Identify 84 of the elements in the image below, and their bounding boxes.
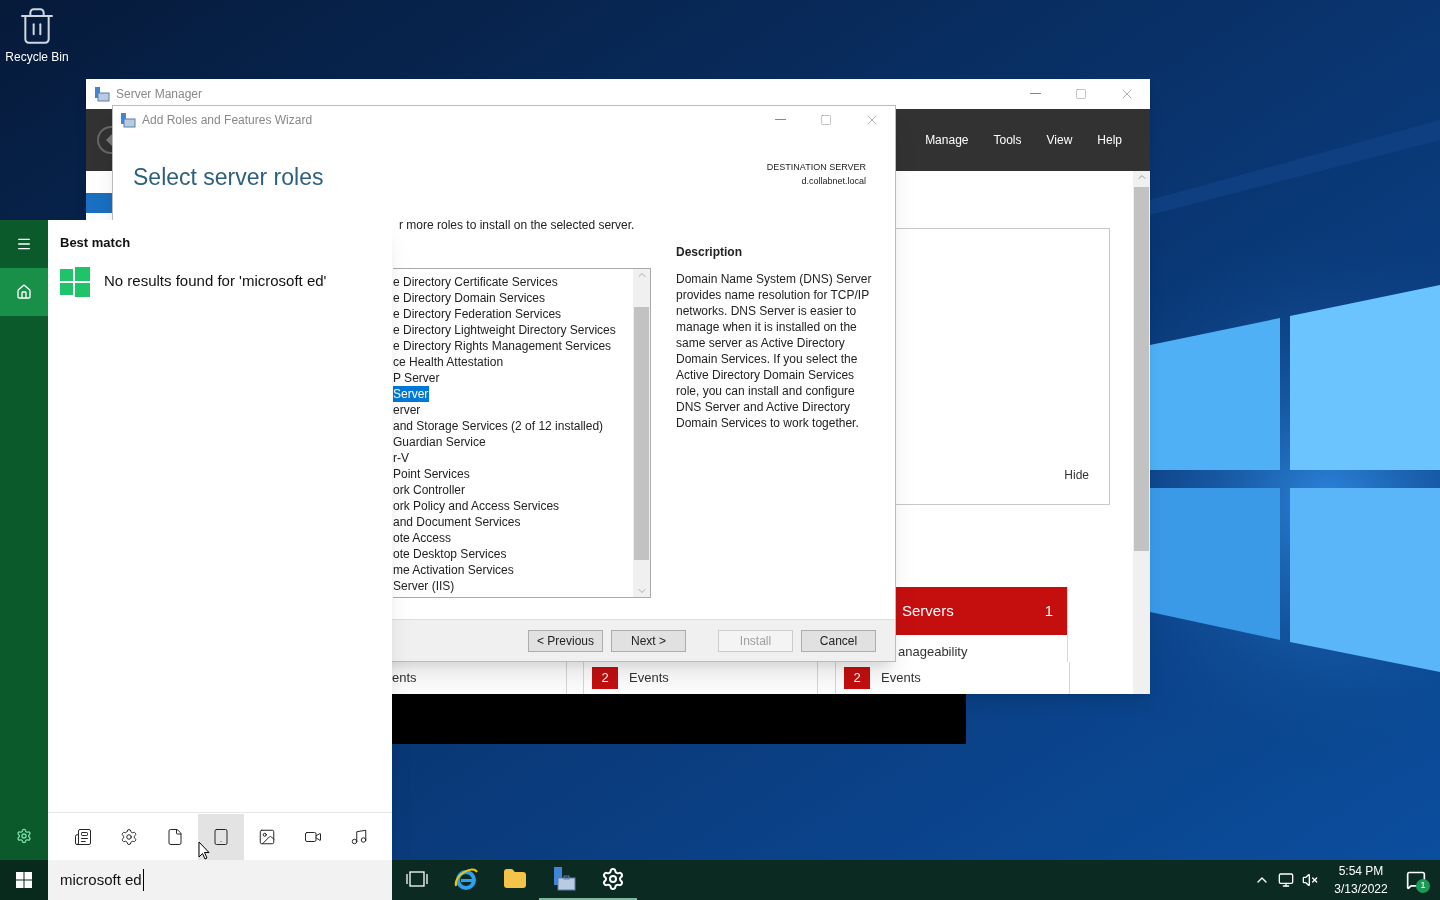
notification-badge: 1	[1416, 879, 1430, 893]
page-heading: Select server roles	[133, 163, 324, 192]
destination-label: DESTINATION SERVER	[766, 161, 866, 174]
tile-row[interactable]: anageability	[896, 635, 1067, 662]
role-item[interactable]: ork Controller	[393, 482, 467, 498]
role-item[interactable]: e Directory Federation Services	[393, 306, 563, 322]
result-text[interactable]: No results found for 'microsoft ed'	[104, 270, 327, 293]
event-count-badge: 2	[592, 667, 618, 689]
events-label[interactable]: Events	[629, 668, 669, 688]
gear-icon	[120, 827, 138, 846]
role-item[interactable]: ork Policy and Access Services	[393, 498, 561, 514]
role-item[interactable]: Server (IIS)	[393, 578, 456, 594]
settings-icon	[600, 867, 625, 891]
folder-icon	[502, 867, 527, 891]
description-title: Description	[676, 244, 743, 261]
search-query: microsoft ed	[60, 868, 144, 892]
wizard-button[interactable]: Cancel	[801, 629, 876, 652]
servers-tile-header[interactable]: Servers 1	[896, 587, 1067, 635]
window-title: Server Manager	[116, 86, 203, 103]
sidebar-button[interactable]	[0, 268, 48, 316]
role-item[interactable]: Guardian Service	[393, 434, 487, 450]
events-label[interactable]: Events	[881, 668, 921, 688]
newspaper-icon	[74, 827, 92, 846]
window-title: Add Roles and Features Wizard	[142, 112, 313, 129]
description-text: Domain Name System (DNS) Server provides name resolution for TCP/IP networks. DNS Server is easier to manage when it is installed on the same server as Active Directory Domain Services. If you select the Active Directory Domain Services role, you can install and configure DNS Server and Active Directory Domain Services to work together.	[676, 271, 873, 431]
role-item[interactable]: ote Desktop Services	[393, 546, 508, 562]
menu-item[interactable]: Tools	[993, 131, 1022, 149]
menu-item[interactable]: Help	[1097, 131, 1122, 149]
network-icon[interactable]	[1278, 872, 1294, 888]
events-label[interactable]: ents	[392, 668, 417, 688]
wizard-button[interactable]: Next >	[611, 629, 686, 652]
role-item[interactable]: P Server	[393, 370, 441, 386]
minimize-icon	[774, 119, 786, 121]
role-item[interactable]: Point Services	[393, 466, 471, 482]
action-center-button[interactable]: 1	[1392, 860, 1440, 900]
menu-item[interactable]: View	[1046, 131, 1073, 149]
role-item[interactable]: me Activation Services	[393, 562, 515, 578]
tile-title: Servers	[902, 600, 954, 621]
clock[interactable]: 5:54 PM 3/13/2022	[1330, 862, 1392, 898]
menu-item[interactable]: Manage	[925, 131, 969, 149]
event-count-badge: 2	[844, 667, 870, 689]
document-icon	[166, 827, 184, 846]
role-item[interactable]: and Storage Services (2 of 12 installed)	[393, 418, 605, 434]
start-button[interactable]	[0, 860, 48, 900]
destination-server: d.collabnet.local	[801, 174, 866, 188]
music-note-icon	[350, 827, 368, 846]
server-toolbox-icon	[94, 86, 110, 102]
role-item[interactable]: e Directory Rights Management Services	[393, 338, 613, 354]
instruction-text: r more roles to install on the selected server.	[398, 217, 636, 234]
server-toolbox-icon	[120, 112, 136, 128]
notification-icon	[1406, 870, 1426, 890]
scrollbar[interactable]	[1133, 171, 1150, 694]
filter-button[interactable]	[198, 813, 244, 860]
search-field[interactable]: microsoft ed	[48, 860, 392, 900]
task-view-icon	[405, 870, 428, 888]
role-item[interactable]: ce Health Attestation	[393, 354, 505, 370]
maximize-icon	[820, 114, 832, 126]
role-item[interactable]: ote Access	[393, 530, 453, 546]
role-item[interactable]: and Document Services	[393, 514, 522, 530]
windows-logo-icon	[60, 266, 90, 297]
image-icon	[258, 827, 276, 846]
menu-icon	[16, 236, 32, 252]
hide-link[interactable]: Hide	[1064, 466, 1089, 484]
globe-ring-icon	[452, 866, 479, 892]
role-item[interactable]: e Directory Domain Services	[393, 290, 547, 306]
role-item[interactable]: e Directory Certificate Services	[393, 274, 559, 290]
section-heading: Best match	[59, 234, 132, 252]
wizard-button[interactable]: < Previous	[528, 629, 603, 652]
windows-logo-icon	[16, 872, 32, 888]
role-item[interactable]: e Directory Lightweight Directory Services	[393, 322, 617, 338]
clock-date: 3/13/2022	[1334, 881, 1388, 898]
role-item[interactable]: r-V	[393, 450, 410, 466]
desktop-icon-label: Recycle Bin	[5, 49, 69, 66]
clock-time: 5:54 PM	[1338, 863, 1384, 880]
role-item[interactable]: Server	[393, 386, 430, 402]
back-button-icon[interactable]	[96, 125, 112, 155]
minimize-icon	[1029, 93, 1041, 95]
settings-icon	[16, 828, 32, 844]
role-item[interactable]: erver	[393, 402, 422, 418]
volume-muted-icon[interactable]	[1302, 872, 1318, 888]
tablet-icon	[212, 827, 230, 846]
tile-count: 1	[1044, 600, 1053, 621]
home-icon	[16, 284, 32, 300]
maximize-icon	[1075, 88, 1087, 100]
